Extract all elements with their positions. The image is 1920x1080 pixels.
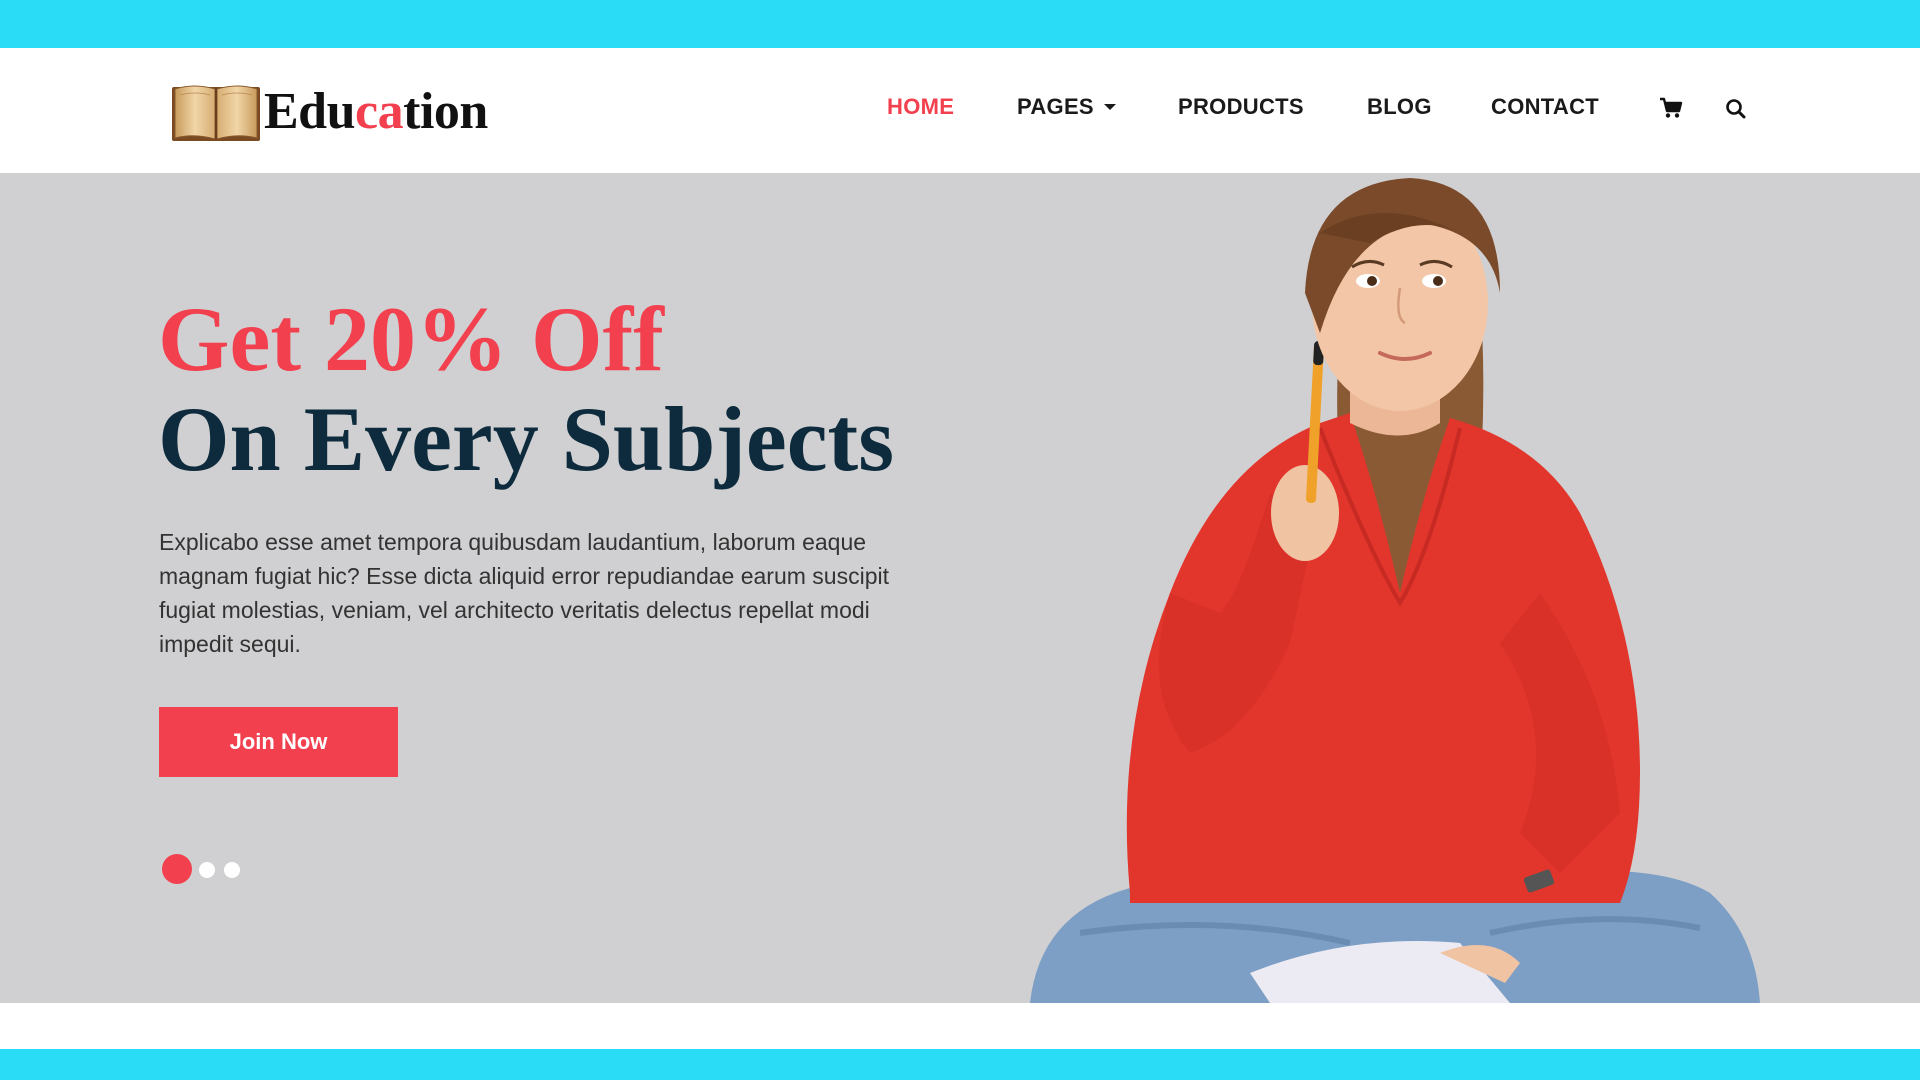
bottom-accent-bar — [0, 1049, 1920, 1080]
slider-dot-2[interactable] — [199, 862, 215, 878]
hero-headline-offer: Get 20% Off — [158, 288, 664, 390]
logo-text-part1: Edu — [264, 83, 356, 140]
hero-banner: Get 20% Off On Every Subjects Explicabo … — [0, 173, 1920, 1003]
logo-text: Education — [264, 86, 488, 138]
logo-text-accent: ca — [355, 83, 404, 140]
chevron-down-icon — [1103, 103, 1116, 110]
slider-dot-3[interactable] — [224, 862, 240, 878]
site-header: Education HOME PAGES PRODUCTS BLOG CONTA… — [0, 48, 1920, 173]
join-now-button[interactable]: Join Now — [159, 707, 398, 777]
nav-item-contact[interactable]: CONTACT — [1491, 92, 1599, 122]
open-book-icon — [172, 85, 260, 141]
nav-item-products[interactable]: PRODUCTS — [1178, 92, 1304, 122]
nav-item-home[interactable]: HOME — [887, 92, 954, 122]
slider-dot-1[interactable] — [162, 854, 192, 884]
nav-item-pages-label: PAGES — [1017, 94, 1094, 119]
site-logo[interactable]: Education — [170, 80, 488, 144]
student-with-pen-photo — [1030, 178, 1760, 1003]
hero-headline-subjects: On Every Subjects — [158, 388, 894, 490]
nav-item-pages[interactable]: PAGES — [1017, 92, 1116, 122]
top-accent-bar — [0, 0, 1920, 48]
cart-icon[interactable] — [1658, 95, 1684, 121]
search-icon[interactable] — [1723, 95, 1749, 121]
logo-text-part2: tion — [403, 83, 488, 140]
nav-item-blog[interactable]: BLOG — [1367, 92, 1432, 122]
hero-description: Explicabo esse amet tempora quibusdam la… — [159, 529, 890, 657]
